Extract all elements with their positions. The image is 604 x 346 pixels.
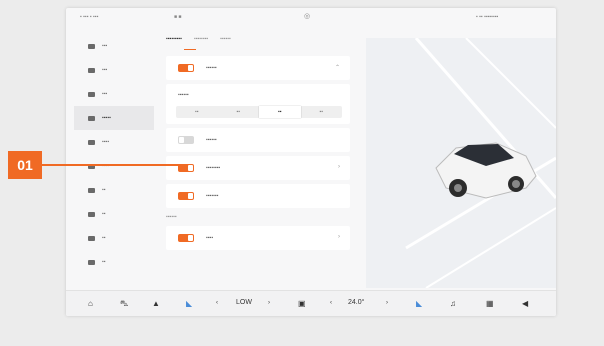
sidebar-item-10[interactable]: ▪▪ bbox=[74, 250, 154, 274]
battery-icon bbox=[88, 187, 95, 193]
sidebar-item-5[interactable]: ▪▪▪▪ bbox=[74, 130, 154, 154]
volume-icon[interactable]: ◀ bbox=[522, 299, 528, 308]
setting-row-4[interactable]: ▪▪▪▪▪▪▪ bbox=[166, 184, 350, 208]
wifi-icon bbox=[88, 235, 95, 241]
seat-icon[interactable]: ◣ bbox=[186, 299, 192, 308]
toggle-switch[interactable] bbox=[178, 64, 194, 72]
chevron-right-icon[interactable]: › bbox=[386, 300, 388, 306]
callout-label: 01 bbox=[8, 151, 42, 179]
car-icon[interactable]: ⛍ bbox=[120, 299, 128, 309]
callout-line bbox=[42, 164, 188, 166]
tab-2[interactable]: ▪▪▪▪▪▪▪▪ bbox=[194, 36, 208, 52]
seat-icon bbox=[88, 67, 95, 73]
grid-icon[interactable]: ▦ bbox=[486, 299, 494, 308]
display-icon bbox=[88, 211, 95, 217]
status-left: ▪ ▪▪▪ ▪ ▪▪▪ bbox=[80, 14, 99, 20]
setting-row-3[interactable]: ▪▪▪▪▪▪▪▪ › bbox=[166, 156, 350, 180]
segment-3[interactable]: ▪▪ bbox=[259, 106, 301, 118]
tab-active[interactable]: ▪▪▪▪▪▪▪▪▪ bbox=[166, 36, 196, 52]
chevron-left-icon[interactable]: ‹ bbox=[216, 300, 218, 306]
map-icon bbox=[88, 139, 95, 145]
setting-row-1[interactable]: ▪▪▪▪▪▪ ⌃ bbox=[166, 56, 350, 80]
status-icons: ■ ■ bbox=[174, 14, 182, 20]
sidebar-item-3[interactable]: ▪▪▪ bbox=[74, 82, 154, 106]
car-render bbox=[366, 38, 556, 288]
car-screen: ▪ ▪▪▪ ▪ ▪▪▪ ■ ■ ◎ ▪ ▪▪ ▪▪▪▪▪▪▪▪ ▪▪▪ ▪▪▪ … bbox=[66, 8, 556, 316]
seat-heat-icon[interactable]: ◣ bbox=[416, 299, 422, 308]
segment-4[interactable]: ▪▪ bbox=[301, 106, 343, 118]
toggle-switch[interactable] bbox=[178, 234, 194, 242]
segment-2[interactable]: ▪▪ bbox=[218, 106, 260, 118]
status-right: ▪ ▪▪ ▪▪▪▪▪▪▪▪ bbox=[476, 14, 499, 20]
chevron-left-icon[interactable]: ‹ bbox=[330, 300, 332, 306]
sidebar-item-2[interactable]: ▪▪▪ bbox=[74, 58, 154, 82]
setting-row-5[interactable]: ▪▪▪▪ › bbox=[166, 226, 350, 250]
status-bar: ▪ ▪▪▪ ▪ ▪▪▪ ■ ■ ◎ ▪ ▪▪ ▪▪▪▪▪▪▪▪ bbox=[66, 8, 556, 26]
bottom-dock: ⌂ ⛍ ▲ ◣ ‹ LOW › ▣ ‹ 24.0° › ◣ ♫ ▦ ◀ bbox=[66, 290, 556, 316]
logo-icon: ◎ bbox=[304, 13, 311, 20]
tab-bar: ▪▪▪▪▪▪▪▪▪ ▪▪▪▪▪▪▪▪ ▪▪▪▪▪▪ bbox=[166, 36, 366, 52]
setting-row-callout[interactable]: ▪▪▪▪▪▪ bbox=[166, 128, 350, 152]
chevron-icon: ⌃ bbox=[334, 65, 340, 71]
mode-selector: ▪▪▪▪▪▪ ▪▪ ▪▪ ▪▪ ▪▪ bbox=[166, 84, 350, 124]
sidebar-item-7[interactable]: ▪▪ bbox=[74, 178, 154, 202]
segment-1[interactable]: ▪▪ bbox=[176, 106, 218, 118]
steering-icon bbox=[88, 115, 95, 121]
fan-icon[interactable]: ▣ bbox=[298, 299, 306, 308]
fan-level: LOW bbox=[236, 299, 252, 306]
segmented-control[interactable]: ▪▪ ▪▪ ▪▪ ▪▪ bbox=[176, 106, 342, 118]
sidebar-item-9[interactable]: ▪▪ bbox=[74, 226, 154, 250]
car-icon bbox=[88, 43, 95, 49]
chevron-right-icon: › bbox=[338, 234, 340, 240]
settings-main: ▪▪▪▪▪▪▪▪▪ ▪▪▪▪▪▪▪▪ ▪▪▪▪▪▪ ▪▪▪▪▪▪ ⌃ ▪▪▪▪▪… bbox=[166, 36, 366, 250]
sidebar-item-8[interactable]: ▪▪ bbox=[74, 202, 154, 226]
toggle-switch[interactable] bbox=[178, 192, 194, 200]
settings-sidebar: ▪▪▪ ▪▪▪ ▪▪▪ ▪▪▪▪▪ ▪▪▪▪ ▪▪▪▪ ▪▪ ▪▪ ▪▪ ▪▪ bbox=[74, 34, 154, 274]
home-icon[interactable]: ⌂ bbox=[88, 299, 93, 308]
music-icon[interactable]: ♫ bbox=[450, 299, 456, 308]
sidebar-item-active[interactable]: ▪▪▪▪▪ bbox=[74, 106, 154, 130]
tab-3[interactable]: ▪▪▪▪▪▪ bbox=[220, 36, 231, 52]
chevron-right-icon[interactable]: › bbox=[268, 300, 270, 306]
toggle-switch-off[interactable] bbox=[178, 136, 194, 144]
sidebar-item-1[interactable]: ▪▪▪ bbox=[74, 34, 154, 58]
mode-title: ▪▪▪▪▪▪ bbox=[178, 92, 189, 98]
section-label: ▪▪▪▪▪▪ bbox=[166, 214, 177, 220]
sidebar-item-6[interactable]: ▪▪▪▪ bbox=[74, 154, 154, 178]
light-icon bbox=[88, 91, 95, 97]
gear-icon bbox=[88, 259, 95, 265]
temperature-value: 24.0° bbox=[348, 299, 365, 306]
hat-icon[interactable]: ▲ bbox=[152, 299, 160, 308]
chevron-right-icon: › bbox=[338, 164, 340, 170]
